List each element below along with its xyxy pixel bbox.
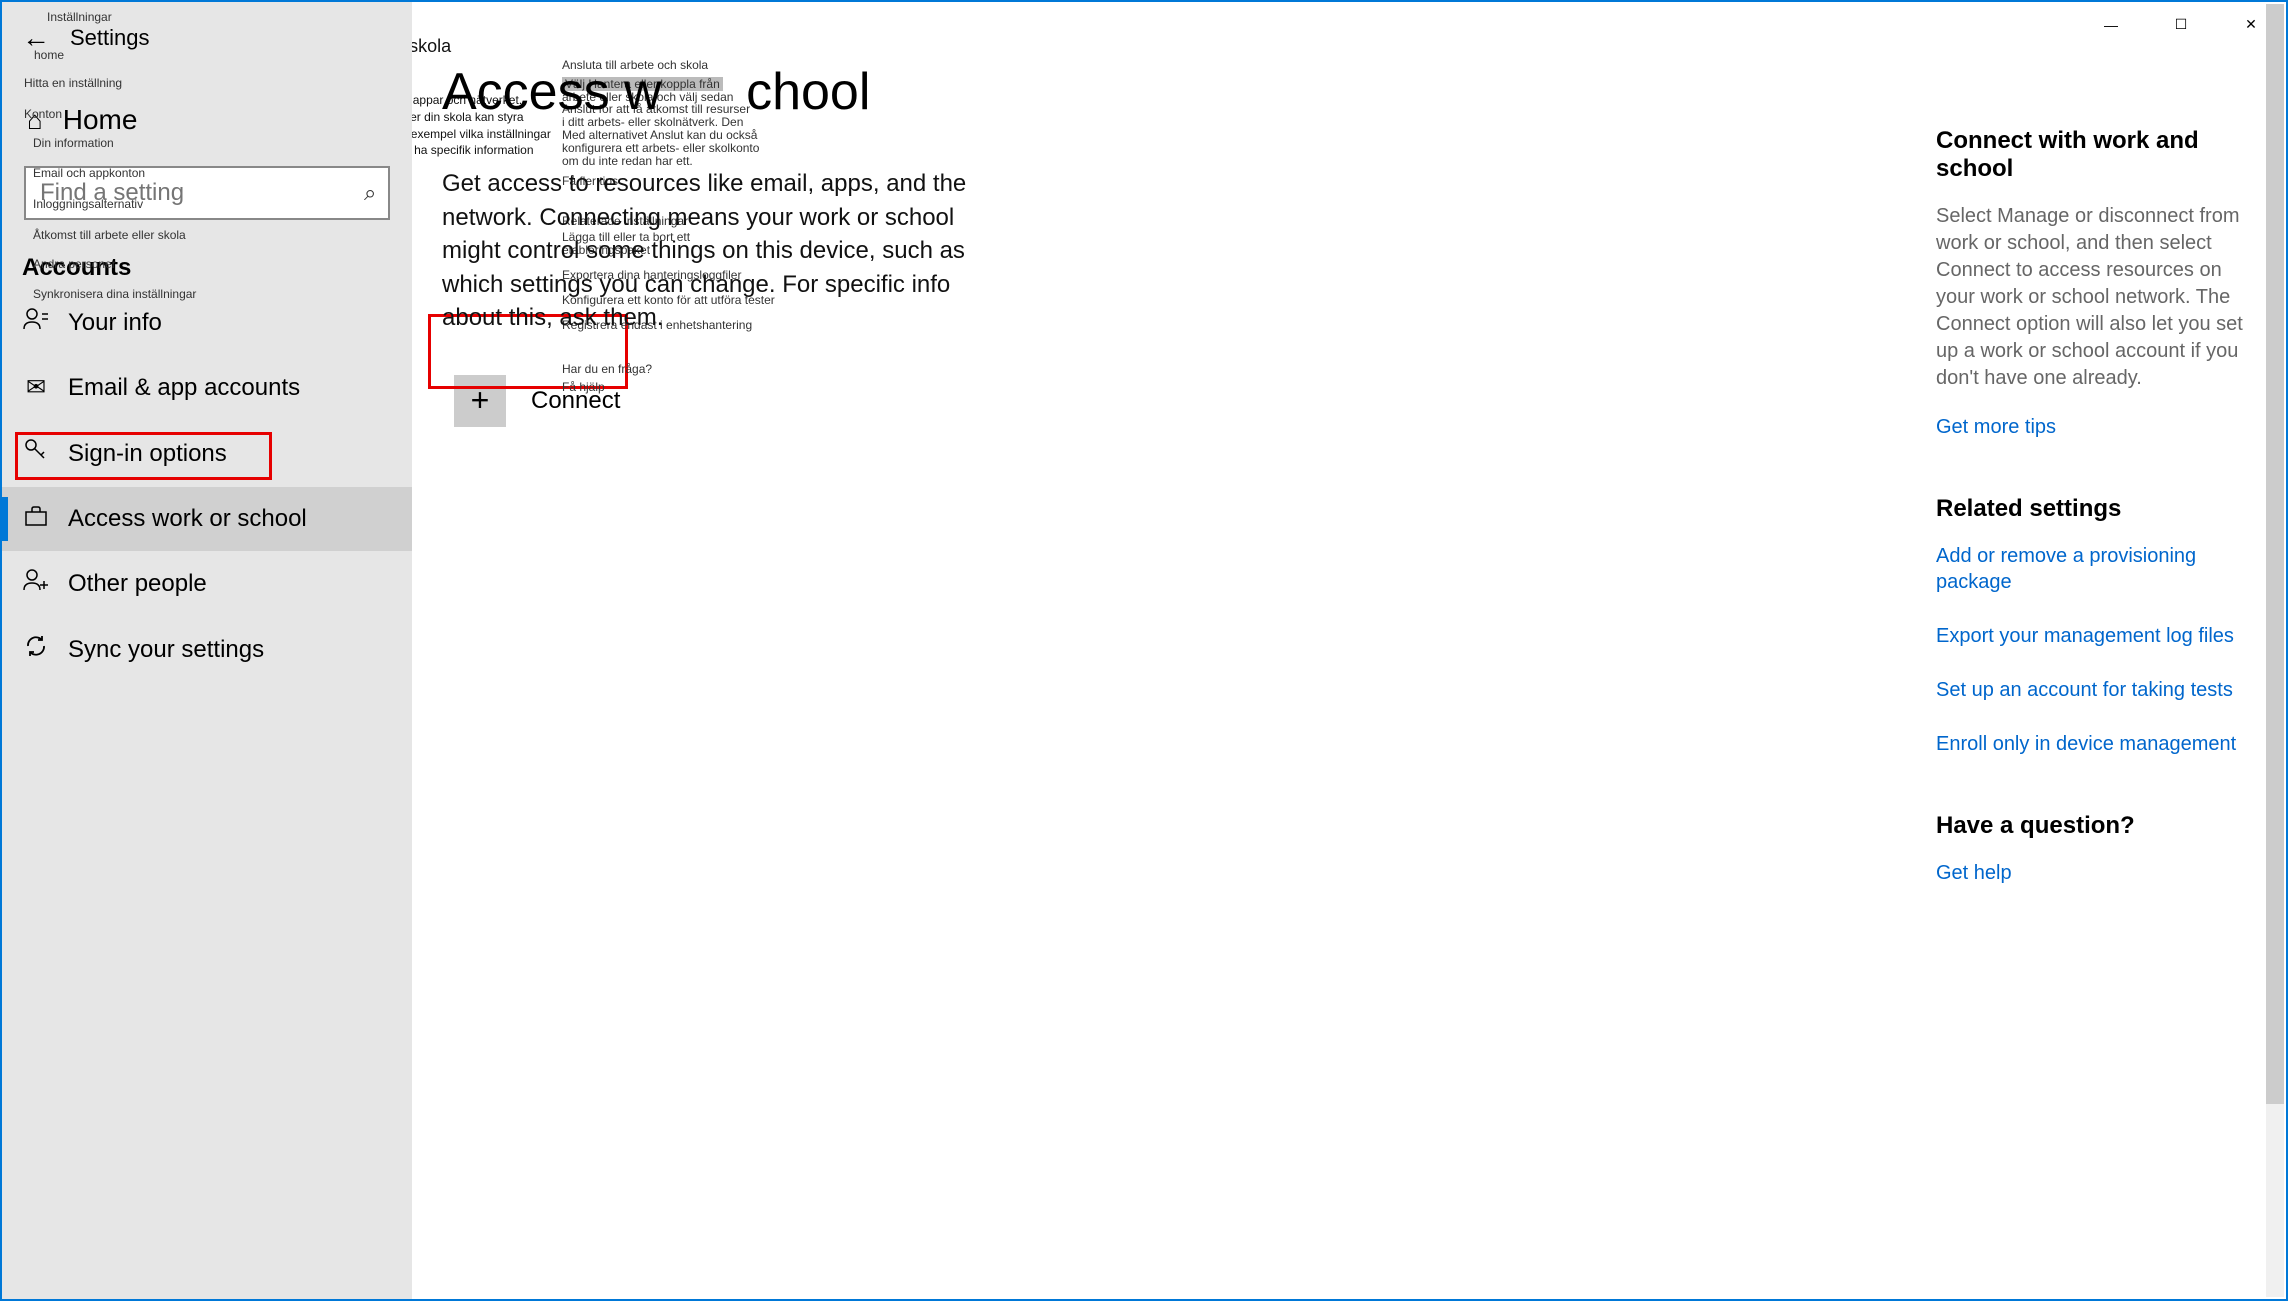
ghost-heading: Åtkomst till arbete eller skola (412, 34, 451, 59)
right-panel: Connect with work and school Select Mana… (1936, 127, 2246, 914)
sidebar-item-label: Other people (68, 570, 207, 598)
sidebar-item-other-people[interactable]: Other people (2, 551, 412, 616)
sidebar: Inställningar home Hitta en inställning … (2, 2, 412, 1299)
highlight-selected-nav (15, 432, 272, 480)
ghost-text: Email och appkonton (33, 166, 145, 182)
search-icon: ⌕ (364, 180, 394, 206)
ghost-text: Åtkomst till arbete eller skola (33, 228, 186, 244)
mail-icon: ✉ (22, 373, 50, 402)
maximize-button[interactable]: ☐ (2146, 2, 2216, 47)
window-title: Settings (70, 25, 150, 51)
rp-heading-question: Have a question? (1936, 812, 2246, 840)
link-test-account[interactable]: Set up an account for taking tests (1936, 677, 2246, 703)
ghost-text: Din information (33, 136, 114, 152)
ghost-q-link: Få hjälp (562, 380, 605, 396)
link-provisioning-package[interactable]: Add or remove a provisioning package (1936, 543, 2246, 595)
ghost-text: Andra personer (33, 257, 116, 273)
sidebar-item-label: Access work or school (68, 505, 307, 533)
ghost-text: Inställningar (47, 10, 112, 26)
link-export-logs[interactable]: Export your management log files (1936, 623, 2246, 649)
rp-heading-related: Related settings (1936, 495, 2246, 523)
person-icon (22, 308, 50, 337)
rp-heading-connect: Connect with work and school (1936, 127, 2246, 183)
sync-icon (22, 634, 50, 665)
scrollbar-thumb[interactable] (2266, 4, 2284, 1104)
rp-text: Select Manage or disconnect from work or… (1936, 203, 2246, 392)
ghost-text: Konton (24, 107, 62, 123)
sidebar-item-label: Sync your settings (68, 636, 264, 664)
sidebar-item-sync[interactable]: Sync your settings (2, 616, 412, 683)
sidebar-item-label: Email & app accounts (68, 374, 300, 402)
ghost-text: Hitta en inställning (24, 76, 122, 92)
home-label: Home (63, 104, 138, 136)
sidebar-item-label: Your info (68, 309, 162, 337)
ghost-q-heading: Har du en fråga? (562, 362, 652, 378)
main-content: Åtkomst till arbete eller skola Få åtkom… (412, 2, 2286, 1299)
briefcase-icon (22, 505, 50, 533)
people-icon (22, 569, 50, 598)
sidebar-item-email[interactable]: ✉ Email & app accounts (2, 355, 412, 420)
ghost-text: Synkronisera dina inställningar (33, 287, 196, 303)
link-device-management[interactable]: Enroll only in device management (1936, 731, 2246, 757)
link-get-more-tips[interactable]: Get more tips (1936, 414, 2246, 440)
page-description: Get access to resources like email, apps… (442, 167, 1002, 335)
sidebar-item-work-school[interactable]: Access work or school (2, 487, 412, 551)
page-title: Access w chool (442, 62, 2256, 122)
close-button[interactable]: ✕ (2216, 2, 2286, 47)
link-get-help[interactable]: Get help (1936, 860, 2246, 886)
ghost-text: Inloggningsalternativ (33, 197, 143, 213)
minimize-button[interactable]: — (2076, 2, 2146, 47)
ghost-text: home (34, 48, 64, 64)
